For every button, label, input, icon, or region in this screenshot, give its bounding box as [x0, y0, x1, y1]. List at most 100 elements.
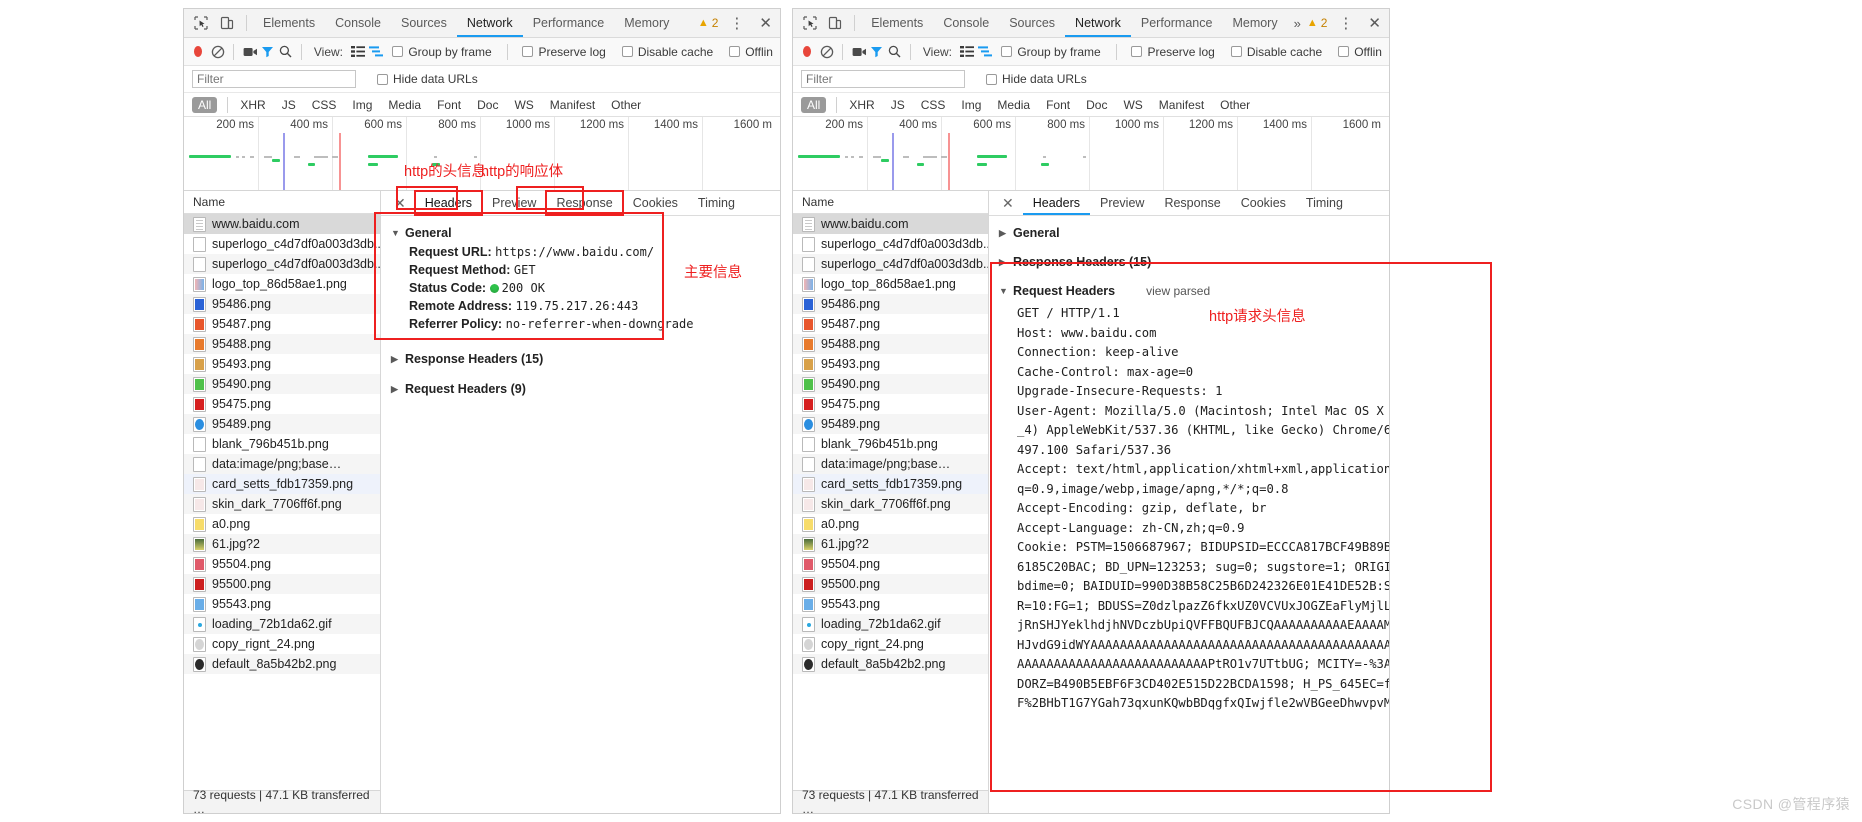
- list-view-icon[interactable]: [350, 42, 366, 62]
- tab-elements[interactable]: Elements: [253, 9, 325, 37]
- name-column-header[interactable]: Name: [793, 191, 988, 214]
- request-row[interactable]: 61.jpg?2: [793, 534, 988, 554]
- detail-tab-timing[interactable]: Timing: [688, 191, 745, 215]
- tab-sources[interactable]: Sources: [391, 9, 457, 37]
- offline-checkbox[interactable]: Offlin: [1331, 45, 1389, 59]
- detail-tab-cookies[interactable]: Cookies: [1231, 191, 1296, 215]
- request-row[interactable]: 95475.png: [793, 394, 988, 414]
- request-row[interactable]: card_setts_fdb17359.png: [184, 474, 380, 494]
- request-row[interactable]: 95489.png: [184, 414, 380, 434]
- hide-data-urls-checkbox[interactable]: Hide data URLs: [979, 72, 1094, 86]
- tab-console[interactable]: Console: [325, 9, 391, 37]
- disable-cache-checkbox[interactable]: Disable cache: [615, 45, 720, 59]
- request-row[interactable]: www.baidu.com: [184, 214, 380, 234]
- type-filter-all[interactable]: All: [801, 96, 827, 113]
- right-timeline-overview[interactable]: 200 ms 400 ms 600 ms 800 ms 1000 ms 1200…: [793, 117, 1389, 191]
- request-row[interactable]: loading_72b1da62.gif: [184, 614, 380, 634]
- type-filter-manifest[interactable]: Manifest: [544, 97, 601, 113]
- preserve-log-checkbox[interactable]: Preserve log: [515, 45, 612, 59]
- detail-tab-timing[interactable]: Timing: [1296, 191, 1353, 215]
- filter-input[interactable]: [801, 70, 965, 88]
- detail-tab-cookies[interactable]: Cookies: [623, 191, 688, 215]
- request-row[interactable]: copy_rignt_24.png: [184, 634, 380, 654]
- view-parsed-link[interactable]: view parsed: [1146, 284, 1210, 298]
- request-row[interactable]: 95493.png: [184, 354, 380, 374]
- tab-performance[interactable]: Performance: [523, 9, 615, 37]
- type-filter-doc[interactable]: Doc: [1080, 97, 1113, 113]
- general-section-header[interactable]: ▶ General: [989, 223, 1389, 243]
- request-row[interactable]: superlogo_c4d7df0a003d3db...: [793, 254, 988, 274]
- request-row[interactable]: blank_796b451b.png: [184, 434, 380, 454]
- request-row[interactable]: blank_796b451b.png: [793, 434, 988, 454]
- request-row[interactable]: loading_72b1da62.gif: [793, 614, 988, 634]
- request-row[interactable]: skin_dark_7706ff6f.png: [793, 494, 988, 514]
- detail-tab-response[interactable]: Response: [545, 190, 624, 216]
- tab-sources[interactable]: Sources: [999, 9, 1065, 37]
- right-rows-container[interactable]: www.baidu.com superlogo_c4d7df0a003d3db..…: [793, 214, 988, 790]
- left-rows-container[interactable]: www.baidu.com superlogo_c4d7df0a003d3db..…: [184, 214, 380, 790]
- type-filter-xhr[interactable]: XHR: [843, 97, 880, 113]
- request-row[interactable]: superlogo_c4d7df0a003d3db...: [184, 254, 380, 274]
- request-row[interactable]: 95487.png: [793, 314, 988, 334]
- filter-input[interactable]: [192, 70, 356, 88]
- tab-memory[interactable]: Memory: [614, 9, 679, 37]
- type-filter-js[interactable]: JS: [276, 97, 302, 113]
- request-row[interactable]: superlogo_c4d7df0a003d3db...: [184, 234, 380, 254]
- type-filter-font[interactable]: Font: [1040, 97, 1076, 113]
- request-row[interactable]: 95487.png: [184, 314, 380, 334]
- close-detail-icon[interactable]: ✕: [993, 195, 1023, 212]
- request-row[interactable]: 95493.png: [793, 354, 988, 374]
- detail-tab-response[interactable]: Response: [1154, 191, 1230, 215]
- filter-icon[interactable]: [869, 42, 885, 62]
- request-row[interactable]: 95543.png: [793, 594, 988, 614]
- request-row[interactable]: logo_top_86d58ae1.png: [184, 274, 380, 294]
- tab-memory[interactable]: Memory: [1222, 9, 1287, 37]
- close-devtools-icon[interactable]: ✕: [1360, 14, 1389, 32]
- request-row[interactable]: 95488.png: [184, 334, 380, 354]
- request-row[interactable]: 95489.png: [793, 414, 988, 434]
- type-filter-media[interactable]: Media: [991, 97, 1036, 113]
- request-row[interactable]: skin_dark_7706ff6f.png: [184, 494, 380, 514]
- request-row[interactable]: logo_top_86d58ae1.png: [793, 274, 988, 294]
- request-row[interactable]: a0.png: [793, 514, 988, 534]
- response-headers-section[interactable]: ▶ Response Headers (15): [989, 252, 1389, 272]
- capture-screenshots-icon[interactable]: [851, 42, 867, 62]
- type-filter-css[interactable]: CSS: [915, 97, 952, 113]
- type-filter-other[interactable]: Other: [1214, 97, 1256, 113]
- warning-badge[interactable]: ▲ 2: [1307, 16, 1332, 30]
- request-row[interactable]: 95486.png: [793, 294, 988, 314]
- record-button-icon[interactable]: [194, 46, 202, 57]
- more-tabs-chevron-icon[interactable]: »: [1288, 16, 1307, 31]
- close-detail-icon[interactable]: ✕: [385, 195, 415, 212]
- group-by-frame-checkbox[interactable]: Group by frame: [385, 45, 498, 59]
- type-filter-manifest[interactable]: Manifest: [1153, 97, 1210, 113]
- request-row[interactable]: superlogo_c4d7df0a003d3db...: [793, 234, 988, 254]
- waterfall-view-icon[interactable]: [368, 42, 384, 62]
- tab-network[interactable]: Network: [1065, 9, 1131, 37]
- request-row[interactable]: data:image/png;base…: [184, 454, 380, 474]
- type-filter-doc[interactable]: Doc: [471, 97, 504, 113]
- request-row[interactable]: data:image/png;base…: [793, 454, 988, 474]
- request-row[interactable]: 61.jpg?2: [184, 534, 380, 554]
- request-row[interactable]: 95500.png: [184, 574, 380, 594]
- warning-badge[interactable]: ▲ 2: [698, 16, 723, 30]
- type-filter-css[interactable]: CSS: [306, 97, 343, 113]
- toggle-device-toolbar-icon[interactable]: [823, 10, 849, 36]
- response-headers-section[interactable]: ▶ Response Headers (15): [381, 349, 780, 369]
- request-row[interactable]: 95490.png: [184, 374, 380, 394]
- filter-icon[interactable]: [260, 42, 276, 62]
- request-row[interactable]: www.baidu.com: [793, 214, 988, 234]
- hide-data-urls-checkbox[interactable]: Hide data URLs: [370, 72, 485, 86]
- request-row[interactable]: a0.png: [184, 514, 380, 534]
- clear-icon[interactable]: [819, 42, 835, 62]
- request-row[interactable]: 95486.png: [184, 294, 380, 314]
- request-row[interactable]: default_8a5b42b2.png: [184, 654, 380, 674]
- group-by-frame-checkbox[interactable]: Group by frame: [994, 45, 1107, 59]
- more-options-icon[interactable]: ⋮: [1331, 14, 1360, 32]
- detail-tab-headers[interactable]: Headers: [1022, 191, 1090, 215]
- type-filter-js[interactable]: JS: [885, 97, 911, 113]
- request-row[interactable]: copy_rignt_24.png: [793, 634, 988, 654]
- waterfall-view-icon[interactable]: [977, 42, 993, 62]
- tab-console[interactable]: Console: [933, 9, 999, 37]
- record-button-icon[interactable]: [803, 46, 811, 57]
